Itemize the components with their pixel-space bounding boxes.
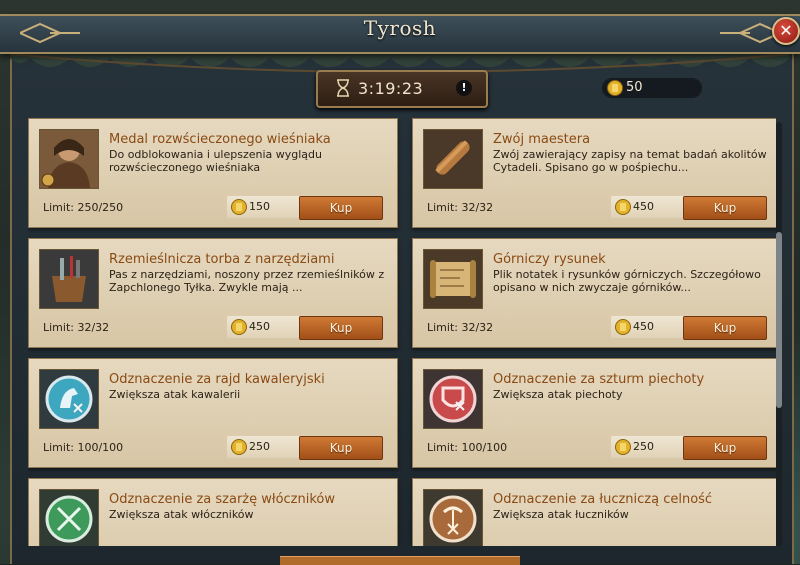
timer-value: 3:19:23 xyxy=(358,79,424,98)
item-name: Medal rozwścieczonego wieśniaka xyxy=(109,132,331,147)
item-description: Pas z narzędziami, noszony przez rzemieś… xyxy=(109,268,385,294)
peasant-portrait-icon[interactable] xyxy=(39,129,99,189)
item-name: Odznaczenie za łuczniczą celność xyxy=(493,492,713,507)
gold-coin-icon xyxy=(614,198,632,220)
item-name: Odznaczenie za szturm piechoty xyxy=(493,372,705,387)
item-price: 450 xyxy=(611,196,685,218)
item-limit: Limit: 32/32 xyxy=(43,321,110,334)
info-icon[interactable]: ! xyxy=(456,80,472,96)
price-value: 450 xyxy=(633,200,654,213)
item-price: 150 xyxy=(227,196,301,218)
item-description: Plik notatek i rysunków górniczych. Szcz… xyxy=(493,268,761,294)
currency-amount: 50 xyxy=(626,80,643,95)
buy-button[interactable]: Kup xyxy=(683,436,767,460)
price-value: 450 xyxy=(633,320,654,333)
item-name: Rzemieślnicza torba z narzędziami xyxy=(109,252,335,267)
currency-balance: 50 xyxy=(602,78,702,98)
archer-badge-icon[interactable] xyxy=(423,489,483,546)
item-description: Zwiększa atak kawalerii xyxy=(109,388,241,401)
price-value: 150 xyxy=(249,200,270,213)
spearmen-badge-icon[interactable] xyxy=(39,489,99,546)
price-value: 250 xyxy=(633,440,654,453)
price-value: 450 xyxy=(249,320,270,333)
item-name: Górniczy rysunek xyxy=(493,252,606,267)
item-name: Odznaczenie za rajd kawaleryjski xyxy=(109,372,325,387)
item-name: Zwój maestera xyxy=(493,132,591,147)
shop-item-card: Odznaczenie za łuczniczą celność Zwiększa… xyxy=(412,478,776,546)
shop-item-card: Górniczy rysunek Plik notatek i rysunków … xyxy=(412,238,776,348)
buy-button[interactable]: Kup xyxy=(299,316,383,340)
item-price: 450 xyxy=(227,316,301,338)
gold-coin-icon xyxy=(230,318,248,340)
countdown-timer: 3:19:23 ! xyxy=(316,70,488,108)
item-limit: Limit: 250/250 xyxy=(43,201,124,214)
item-limit: Limit: 100/100 xyxy=(427,441,508,454)
buy-button[interactable]: Kup xyxy=(299,436,383,460)
buy-button[interactable]: Kup xyxy=(683,316,767,340)
item-description: Zwiększa atak piechoty xyxy=(493,388,623,401)
item-description: Do odblokowania i ulepszenia wyglądu roz… xyxy=(109,148,322,174)
gold-coin-icon xyxy=(230,198,248,220)
item-price: 250 xyxy=(611,436,685,458)
shop-item-card: Rzemieślnicza torba z narzędziami Pas z n… xyxy=(28,238,398,348)
scrollbar[interactable] xyxy=(776,122,782,546)
item-limit: Limit: 32/32 xyxy=(427,321,494,334)
window-title: Tyrosh xyxy=(363,16,437,40)
cavalry-badge-icon[interactable] xyxy=(39,369,99,429)
shop-item-card: Odznaczenie za szturm piechoty Zwiększa a… xyxy=(412,358,776,468)
scroll-icon[interactable] xyxy=(423,129,483,189)
item-description: Zwój zawierający zapisy na temat badań a… xyxy=(493,148,767,174)
shop-item-card: Medal rozwścieczonego wieśniaka Do odblok… xyxy=(28,118,398,228)
shop-item-card: Odznaczenie za rajd kawaleryjski Zwiększa… xyxy=(28,358,398,468)
buy-button[interactable]: Kup xyxy=(299,196,383,220)
shop-item-list: Medal rozwścieczonego wieśniaka Do odblok… xyxy=(28,118,776,546)
shop-item-card: Odznaczenie za szarżę włóczników Zwiększa… xyxy=(28,478,398,546)
map-scroll-icon[interactable] xyxy=(423,249,483,309)
gold-coin-icon xyxy=(614,318,632,340)
item-description: Zwiększa atak włóczników xyxy=(109,508,254,521)
item-price: 250 xyxy=(227,436,301,458)
item-limit: Limit: 32/32 xyxy=(427,201,494,214)
price-value: 250 xyxy=(249,440,270,453)
item-price: 450 xyxy=(611,316,685,338)
scrollbar-thumb[interactable] xyxy=(776,232,782,408)
close-button[interactable]: ✕ xyxy=(772,17,800,45)
buy-button[interactable]: Kup xyxy=(683,196,767,220)
gold-coin-icon xyxy=(230,438,248,460)
item-name: Odznaczenie za szarżę włóczników xyxy=(109,492,336,507)
shop-item-card: Zwój maestera Zwój zawierający zapisy na … xyxy=(412,118,776,228)
gold-coin-icon xyxy=(607,80,623,96)
tool-bag-icon[interactable] xyxy=(39,249,99,309)
hourglass-icon xyxy=(337,79,349,97)
infantry-badge-icon[interactable] xyxy=(423,369,483,429)
item-limit: Limit: 100/100 xyxy=(43,441,124,454)
gold-coin-icon xyxy=(614,438,632,460)
item-description: Zwiększa atak łuczników xyxy=(493,508,629,521)
